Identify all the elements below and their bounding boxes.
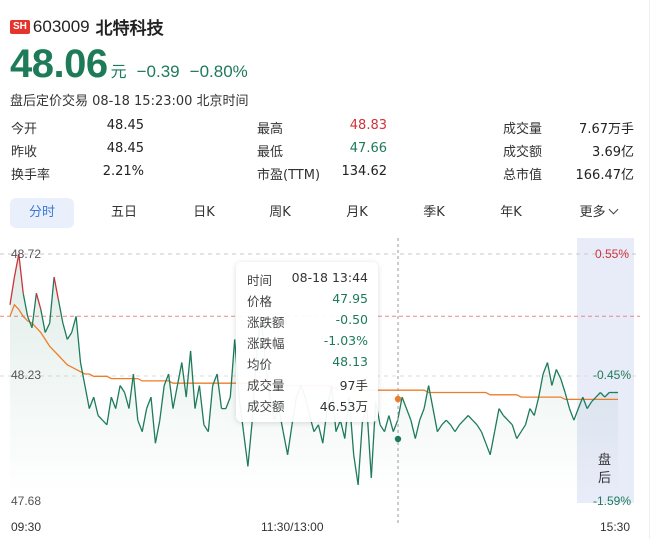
stat-label: 成交额: [503, 145, 543, 160]
stat-value: 48.45: [106, 141, 144, 156]
tab-more-label: 更多: [579, 205, 606, 220]
stat-value: 48.45: [106, 118, 144, 133]
stat-label: 昨收: [11, 145, 38, 160]
stat-label: 今开: [11, 122, 38, 137]
tab-weekly-k[interactable]: 周K: [248, 198, 312, 228]
tab-more[interactable]: 更多: [566, 198, 630, 228]
x-label-noon: 11:30/13:00: [261, 520, 324, 534]
stat-label: 最低: [257, 145, 284, 160]
period-tabs: 分时 五日 日K 周K 月K 季K 年K 更多: [10, 198, 638, 228]
y-bottom-label: 47.68: [11, 494, 42, 508]
price-change-pct: −0.80%: [189, 62, 248, 81]
tooltip-row-change-pct: 涨跌幅 -1.03%: [247, 333, 368, 351]
y-top-label: 48.72: [11, 247, 42, 261]
stat-label: 成交量: [503, 122, 543, 137]
stock-code: 603009: [32, 16, 90, 36]
price-row: 48.06 元 −0.39 −0.80%: [10, 42, 248, 87]
tooltip-row-change: 涨跌额 -0.50: [247, 312, 368, 330]
last-price: 48.06: [10, 42, 108, 86]
price-unit: 元: [110, 64, 127, 81]
stat-value: 166.47亿: [575, 168, 635, 183]
stat-value: 48.83: [349, 118, 387, 133]
tooltip-row-price: 价格 47.95: [247, 291, 368, 309]
chevron-down-icon: [608, 204, 618, 215]
stat-value: 2.21%: [102, 164, 144, 179]
tooltip-row-volume: 成交量 97手: [247, 378, 368, 393]
stat-value: 47.66: [349, 141, 387, 156]
stock-header: SH 603009 北特科技: [10, 14, 164, 39]
tab-monthly-k[interactable]: 月K: [325, 198, 389, 228]
tooltip-row-turnover: 成交额 46.53万: [247, 399, 368, 414]
stat-label: 换手率: [11, 168, 51, 183]
tooltip-row-time: 时间 08-18 13:44: [247, 270, 368, 288]
x-label-open: 09:30: [11, 520, 42, 534]
stat-label: 市盈(TTM): [257, 168, 321, 183]
stock-quote-card: SH 603009 北特科技 48.06 元 −0.39 −0.80% 盘后定价…: [0, 0, 650, 539]
tab-yearly-k[interactable]: 年K: [479, 198, 543, 228]
tooltip-row-avg: 均价 48.13: [247, 354, 368, 372]
stat-label: 最高: [257, 122, 284, 137]
tab-five-day[interactable]: 五日: [92, 198, 156, 228]
pct-top-label: 0.55%: [595, 247, 630, 261]
pct-mid-label: -0.45%: [593, 368, 632, 382]
stock-name: 北特科技: [95, 19, 164, 39]
after-hours-label: 盘 后: [598, 453, 612, 486]
tab-daily-k[interactable]: 日K: [172, 198, 236, 228]
stat-value: 134.62: [341, 164, 388, 179]
price-change: −0.39: [136, 62, 180, 81]
exchange-badge: SH: [10, 19, 30, 34]
crosshair-tooltip: 时间 08-18 13:44 价格 47.95 涨跌额 -0.50 涨跌幅 -1.03%…: [236, 262, 378, 422]
stat-value: 3.69亿: [592, 145, 634, 160]
pct-bottom-label: -1.59%: [593, 494, 632, 508]
crosshair-price-point: [394, 435, 402, 443]
tab-quarterly-k[interactable]: 季K: [402, 198, 466, 228]
y-mid-label: 48.23: [11, 368, 42, 382]
tab-intraday[interactable]: 分时: [10, 198, 74, 228]
stat-value: 7.67万手: [579, 122, 634, 137]
trading-status: 盘后定价交易 08-18 15:23:00 北京时间: [10, 94, 249, 109]
stat-label: 总市值: [503, 168, 543, 183]
crosshair-avg-point: [394, 395, 402, 403]
x-label-close: 15:30: [600, 520, 631, 534]
